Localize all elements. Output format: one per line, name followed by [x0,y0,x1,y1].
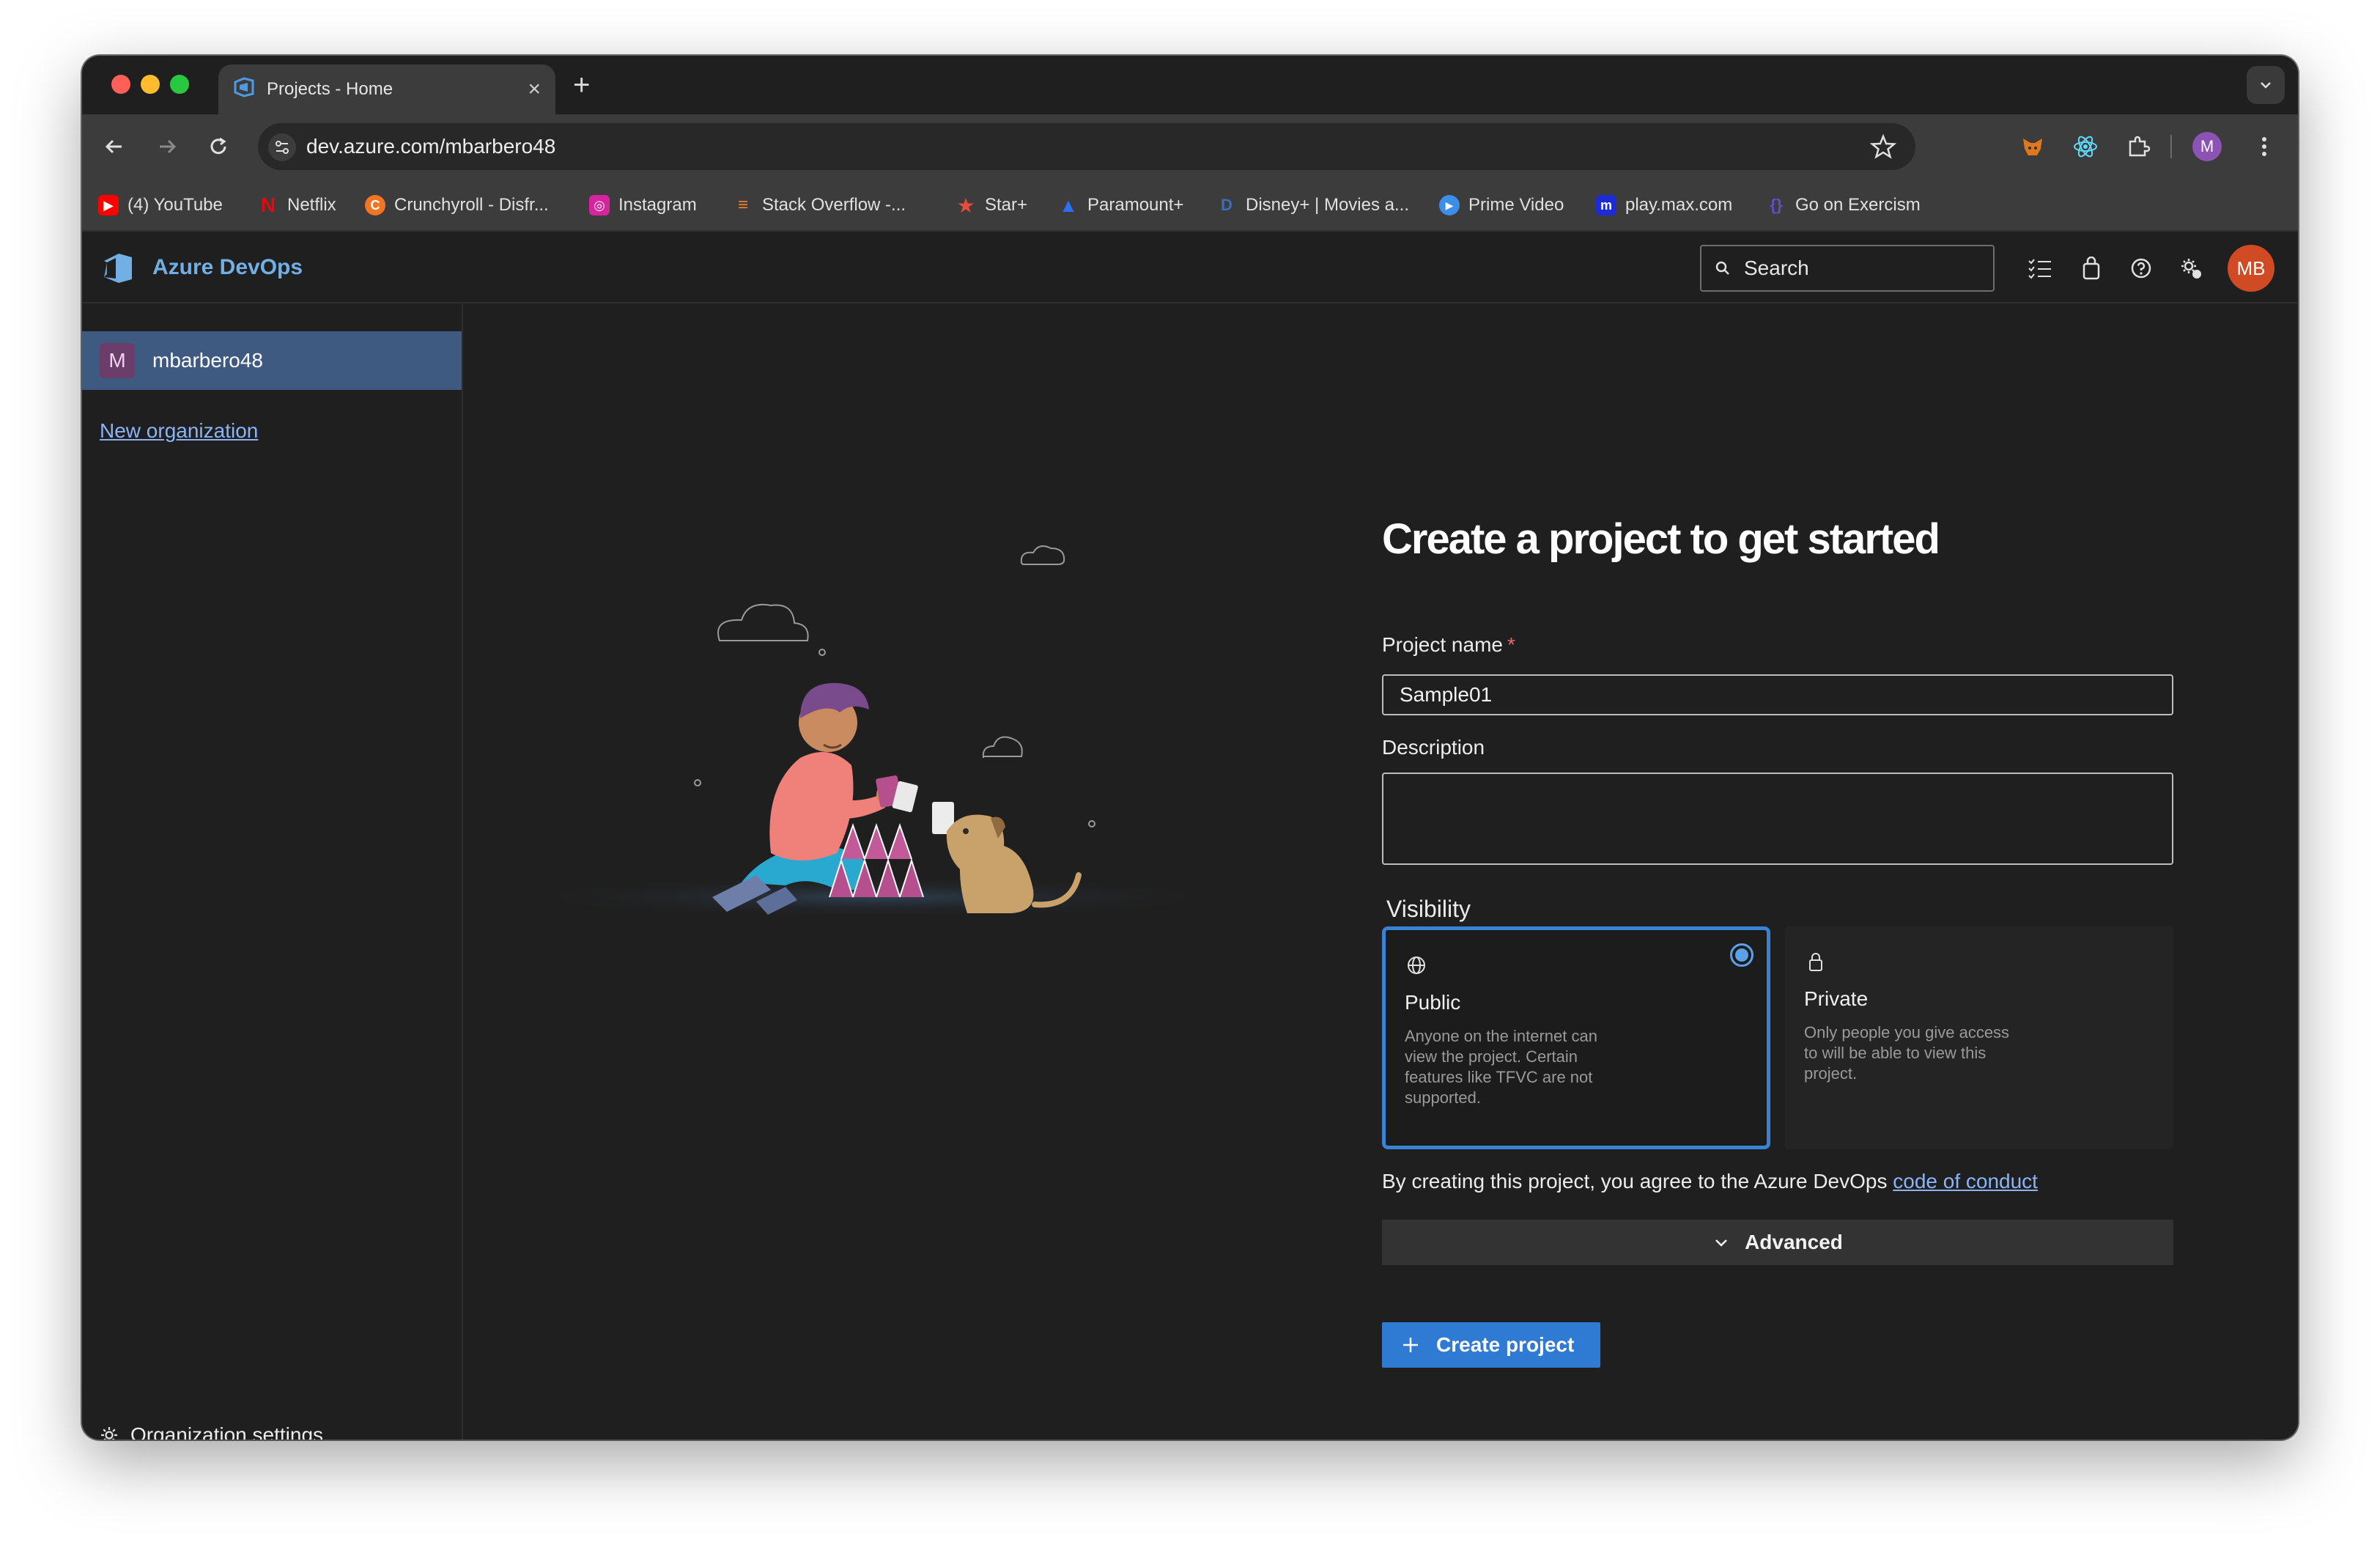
visibility-option-description: Anyone on the internet can view the proj… [1405,1027,1597,1107]
organization-settings-button[interactable]: Organization settings [100,1423,323,1440]
reload-icon [210,137,226,155]
youtube-icon: ▶ [98,195,119,215]
house-of-cards-illustration [522,545,1225,918]
site-info-icon[interactable] [268,133,296,161]
user-settings-icon[interactable] [2175,252,2207,284]
description-input[interactable] [1382,773,2173,865]
exercism-icon: {} [1770,196,1783,214]
new-tab-button[interactable]: + [573,67,590,103]
work-items-icon[interactable] [2024,252,2056,284]
azure-devops-logo-icon[interactable] [101,251,136,286]
bookmark-disney[interactable]: D Disney+ | Movies a... [1216,192,1409,218]
help-icon[interactable] [2125,252,2157,284]
visibility-label: Visibility [1386,896,1471,922]
bookmark-paramount[interactable]: ▲ Paramount+ [1058,192,1183,218]
minimize-window-button[interactable] [141,75,160,94]
chevron-down-icon [1715,1239,1727,1247]
back-button[interactable] [98,130,130,163]
reload-button[interactable] [202,130,234,163]
paramount-icon: ▲ [1059,194,1078,216]
search-icon [1715,261,1729,275]
main-content: Create a project to get started Project … [463,303,2298,1440]
project-name-label: Project name * [1382,633,1515,656]
visibility-option-title: Private [1804,987,1869,1010]
bookmark-prime-video[interactable]: ▶ Prime Video [1439,192,1564,218]
bookmark-star-icon[interactable] [1869,133,1897,163]
advanced-label: Advanced [1745,1231,1843,1253]
description-label: Description [1382,736,1485,759]
forward-button[interactable] [151,130,183,163]
project-name-input[interactable] [1382,674,2173,715]
search-box[interactable]: Search [1700,245,1995,292]
organization-badge: M [100,343,135,378]
plus-icon [1403,1338,1418,1352]
star-plus-icon: ★ [956,194,975,217]
toolbar-divider [2170,135,2172,158]
page-title: Create a project to get started [1382,515,1940,563]
browser-toolbar: dev.azure.com/mbarbero48 M [82,114,2298,179]
tab-search-button[interactable] [2247,66,2285,104]
more-menu-icon[interactable] [2248,130,2280,163]
bookmark-crunchyroll[interactable]: C Crunchyroll - Disfr... [365,192,549,218]
instagram-icon: ◎ [589,195,610,215]
organization-settings-label: Organization settings [130,1423,324,1440]
browser-window: Projects - Home × + dev.azure.com/mbarbe… [82,56,2298,1440]
user-avatar[interactable]: MB [2228,245,2274,292]
code-of-conduct-notice: By creating this project, you agree to t… [1382,1170,2038,1193]
create-project-button[interactable]: Create project [1382,1322,1600,1368]
bookmark-stackoverflow[interactable]: ≡ Stack Overflow -... [733,192,906,218]
close-tab-icon[interactable]: × [528,78,541,100]
marketplace-bag-icon[interactable] [2075,252,2107,284]
address-bar[interactable]: dev.azure.com/mbarbero48 [258,123,1915,170]
azure-header: Azure DevOps Search MB [82,232,2298,303]
visibility-option-description: Only people you give access to will be a… [1804,1023,2010,1083]
netflix-icon: N [260,194,276,216]
create-project-label: Create project [1436,1333,1575,1356]
browser-profile-avatar[interactable]: M [2192,132,2222,161]
tab-title: Projects - Home [267,79,393,99]
extensions-puzzle-icon[interactable] [2122,130,2154,163]
sidebar-item-organization[interactable]: M mbarbero48 [82,331,462,390]
close-window-button[interactable] [111,75,130,94]
bookmark-instagram[interactable]: ◎ Instagram [589,192,697,218]
visibility-option-public[interactable]: Public Anyone on the internet can view t… [1382,926,1770,1149]
bookmark-exercism[interactable]: {} Go on Exercism [1766,192,1920,218]
arrow-right-icon [160,139,177,154]
required-marker: * [1507,633,1515,656]
chevron-down-icon [2261,82,2271,89]
globe-icon [1408,957,1425,974]
bookmark-max[interactable]: m play.max.com [1596,192,1732,218]
react-devtools-icon[interactable] [2069,130,2102,163]
max-icon: m [1596,195,1616,215]
public-radio-selected[interactable] [1730,943,1753,967]
tab-strip: Projects - Home × + [82,56,2298,114]
visibility-option-title: Public [1405,991,1461,1014]
azure-devops-icon [233,76,255,103]
advanced-toggle[interactable]: Advanced [1382,1220,2173,1265]
azure-devops-brand[interactable]: Azure DevOps [152,255,303,280]
gear-icon [101,1427,117,1440]
bookmark-star-plus[interactable]: ★ Star+ [956,192,1027,218]
lock-icon [1809,953,1822,971]
sidebar: M mbarbero48 New organization Organizati… [82,303,463,1440]
bookmark-netflix[interactable]: N Netflix [258,192,336,218]
stackoverflow-icon: ≡ [737,195,748,215]
new-organization-link[interactable]: New organization [100,419,258,443]
organization-name: mbarbero48 [152,349,263,372]
maximize-window-button[interactable] [170,75,189,94]
visibility-option-private[interactable]: Private Only people you give access to w… [1785,926,2173,1149]
crunchyroll-icon: C [365,195,385,215]
browser-tab-active[interactable]: Projects - Home × [218,64,555,114]
search-label: Search [1744,257,1809,279]
bookmark-youtube[interactable]: ▶ (4) YouTube [98,192,223,218]
bookmarks-bar: ▶ (4) YouTube N Netflix C Crunchyroll - … [82,179,2298,232]
arrow-left-icon [105,139,122,154]
code-of-conduct-link[interactable]: code of conduct [1893,1170,2038,1193]
metamask-icon[interactable] [2017,130,2049,163]
url-text[interactable]: dev.azure.com/mbarbero48 [306,135,555,158]
prime-video-icon: ▶ [1439,195,1460,215]
disney-icon: D [1221,196,1232,214]
